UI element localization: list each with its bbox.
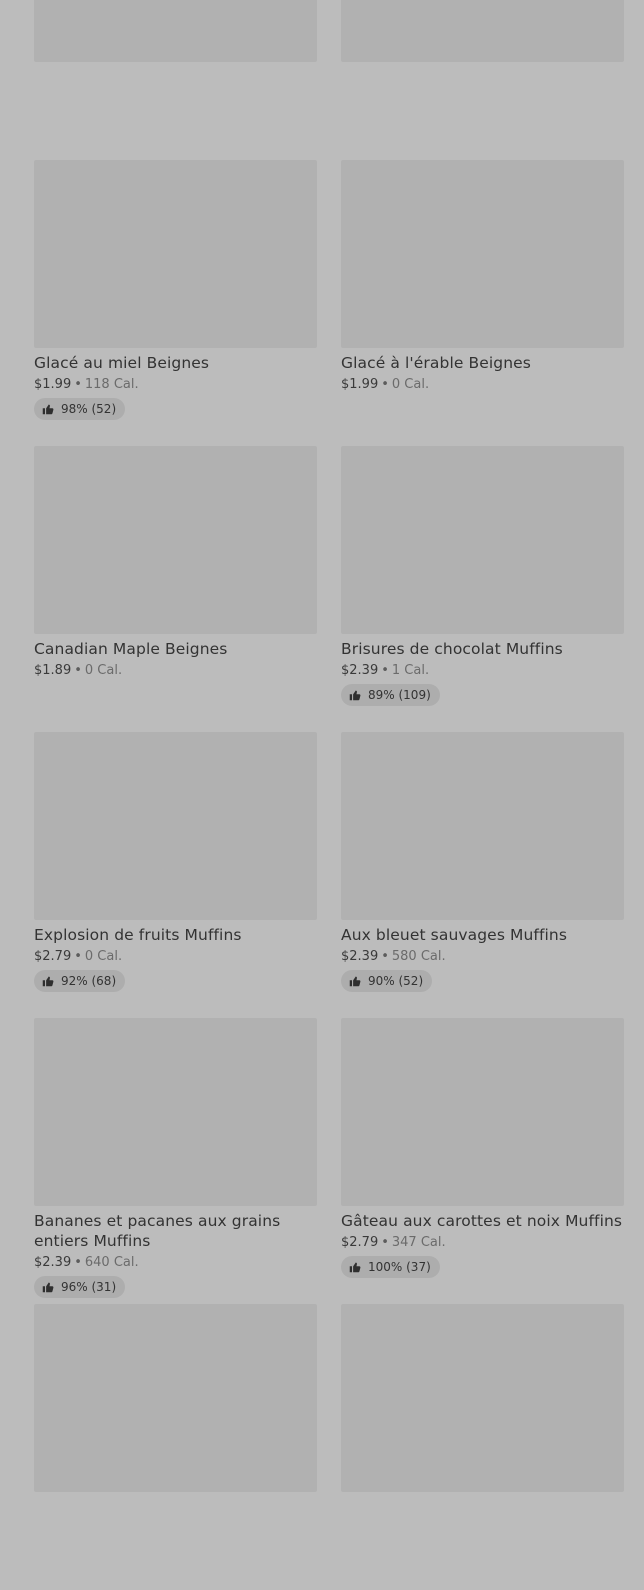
rating-badge: 92% (68) — [34, 970, 126, 992]
menu-item-name: Glacé au miel Beignes — [34, 354, 210, 372]
rating-text: 92% (68) — [61, 974, 117, 988]
menu-item-meta: $2.39 • 1 Cal. — [341, 662, 624, 680]
menu-item-image[interactable] — [341, 1018, 624, 1206]
menu-item-card[interactable] — [341, 0, 624, 160]
menu-item-price: $2.39 — [341, 949, 379, 964]
thumbs-up-icon — [349, 1261, 361, 1273]
menu-item-calories: 640 Cal. — [84, 1255, 139, 1270]
menu-item-meta: $2.79 • 0 Cal. — [34, 948, 317, 966]
menu-item-price: $2.79 — [341, 1235, 379, 1250]
menu-item-image[interactable] — [34, 446, 317, 634]
menu-item-calories: 347 Cal. — [391, 1235, 446, 1250]
rating-text: 98% (52) — [61, 402, 117, 416]
menu-item-card[interactable] — [34, 0, 317, 160]
menu-item-name: Gâteau aux carottes et noix Muffins — [341, 1212, 623, 1230]
menu-item-card[interactable] — [341, 1304, 624, 1590]
menu-item-calories: 580 Cal. — [391, 949, 446, 964]
menu-item-price: $2.39 — [34, 1255, 72, 1270]
menu-item-price: $2.79 — [34, 949, 72, 964]
thumbs-up-icon — [42, 975, 54, 987]
menu-item-calories: 0 Cal. — [391, 377, 430, 392]
rating-badge: 98% (52) — [34, 398, 126, 420]
menu-item-grid: Glacé au miel Beignes $1.99 • 118 Cal. 98% (… — [34, 0, 624, 1590]
menu-item-image[interactable] — [341, 446, 624, 634]
menu-item-image[interactable] — [341, 160, 624, 348]
meta-separator: • — [74, 1255, 82, 1270]
menu-item-name: Bananes et pacanes aux grains entiers Mu… — [34, 1212, 281, 1250]
meta-separator: • — [381, 377, 389, 392]
meta-separator: • — [74, 663, 82, 678]
menu-item-image[interactable] — [34, 0, 317, 62]
menu-item-image[interactable] — [341, 0, 624, 62]
menu-item-calories: 0 Cal. — [84, 663, 123, 678]
menu-item-calories: 1 Cal. — [391, 663, 430, 678]
menu-item-image[interactable] — [341, 1304, 624, 1492]
menu-item-card[interactable]: Canadian Maple Beignes $1.89 • 0 Cal. — [34, 446, 317, 732]
menu-item-price: $2.39 — [341, 663, 379, 678]
meta-separator: • — [381, 1235, 389, 1250]
thumbs-up-icon — [349, 689, 361, 701]
menu-item-card[interactable]: Glacé à l'érable Beignes $1.99 • 0 Cal. — [341, 160, 624, 446]
meta-separator: • — [74, 377, 82, 392]
rating-badge: 100% (37) — [341, 1256, 440, 1278]
menu-item-meta: $1.89 • 0 Cal. — [34, 662, 317, 680]
menu-item-image[interactable] — [34, 160, 317, 348]
menu-item-card[interactable] — [34, 1304, 317, 1590]
menu-item-card[interactable]: Explosion de fruits Muffins $2.79 • 0 Cal. 9… — [34, 732, 317, 1018]
menu-item-image[interactable] — [341, 732, 624, 920]
menu-item-image[interactable] — [34, 1304, 317, 1492]
menu-item-meta: $2.79 • 347 Cal. — [341, 1234, 624, 1252]
meta-separator: • — [74, 949, 82, 964]
menu-item-card[interactable]: Glacé au miel Beignes $1.99 • 118 Cal. 98% (… — [34, 160, 317, 446]
menu-item-calories: 0 Cal. — [84, 949, 123, 964]
menu-item-card[interactable]: Brisures de chocolat Muffins $2.39 • 1 Cal.… — [341, 446, 624, 732]
menu-item-meta: $1.99 • 0 Cal. — [341, 376, 624, 394]
meta-separator: • — [381, 949, 389, 964]
menu-item-name: Aux bleuet sauvages Muffins — [341, 926, 568, 944]
menu-item-name: Brisures de chocolat Muffins — [341, 640, 563, 658]
menu-item-meta: $2.39 • 580 Cal. — [341, 948, 624, 966]
rating-badge: 89% (109) — [341, 684, 440, 706]
menu-item-image[interactable] — [34, 732, 317, 920]
rating-text: 100% (37) — [368, 1260, 431, 1274]
menu-item-price: $1.89 — [34, 663, 72, 678]
rating-text: 89% (109) — [368, 688, 431, 702]
thumbs-up-icon — [349, 975, 361, 987]
menu-item-meta: $2.39 • 640 Cal. — [34, 1254, 317, 1272]
menu-item-card[interactable]: Bananes et pacanes aux grains entiers Mu… — [34, 1018, 317, 1304]
menu-item-image[interactable] — [34, 1018, 317, 1206]
thumbs-up-icon — [42, 1281, 54, 1293]
menu-item-price: $1.99 — [34, 377, 72, 392]
menu-item-price: $1.99 — [341, 377, 379, 392]
rating-badge: 90% (52) — [341, 970, 433, 992]
rating-badge: 96% (31) — [34, 1276, 126, 1298]
menu-item-meta: $1.99 • 118 Cal. — [34, 376, 317, 394]
meta-separator: • — [381, 663, 389, 678]
rating-text: 96% (31) — [61, 1280, 117, 1294]
thumbs-up-icon — [42, 403, 54, 415]
menu-item-name: Canadian Maple Beignes — [34, 640, 228, 658]
menu-item-calories: 118 Cal. — [84, 377, 139, 392]
menu-item-card[interactable]: Aux bleuet sauvages Muffins $2.39 • 580 Cal… — [341, 732, 624, 1018]
rating-text: 90% (52) — [368, 974, 424, 988]
menu-item-name: Glacé à l'érable Beignes — [341, 354, 531, 372]
menu-item-card[interactable]: Gâteau aux carottes et noix Muffins $2.79… — [341, 1018, 624, 1304]
menu-item-name: Explosion de fruits Muffins — [34, 926, 242, 944]
